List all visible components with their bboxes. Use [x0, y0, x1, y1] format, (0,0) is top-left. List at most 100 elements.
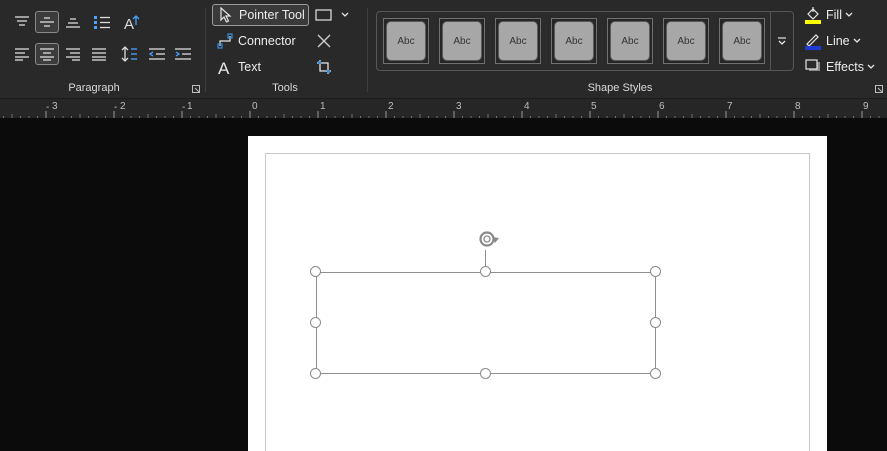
svg-text:A: A [124, 16, 134, 31]
chevron-down-icon [845, 12, 853, 17]
shape-style-swatch[interactable]: Abc [607, 18, 653, 64]
align-right-button[interactable] [61, 43, 85, 65]
align-top-icon [15, 16, 29, 26]
align-left-icon [15, 48, 29, 61]
ruler-number: 7 [727, 101, 733, 112]
align-middle-icon [40, 17, 54, 27]
rectangle-icon [315, 9, 332, 21]
delete-shape-button[interactable] [312, 30, 336, 52]
text-tool-label: Text [238, 60, 261, 74]
resize-handle-top-right[interactable] [650, 266, 661, 277]
ruler-minus-sign: - [46, 102, 49, 113]
align-bottom-icon [66, 18, 80, 28]
shape-dropdown-button[interactable] [336, 4, 354, 26]
bullet-list-icon [94, 16, 110, 29]
connector-button[interactable]: Connector [212, 30, 312, 52]
ribbon: A Paragraph Pointer Tool Connector A Tex… [0, 0, 887, 98]
group-separator [367, 8, 368, 92]
ruler-number: 2 [120, 101, 126, 112]
group-separator [205, 8, 206, 92]
shape-styles-dialog-launcher-icon[interactable] [875, 85, 883, 93]
paragraph-group-label: Paragraph [68, 82, 120, 94]
increase-indent-button[interactable] [171, 43, 195, 65]
chevron-down-icon [341, 12, 349, 17]
effects-button[interactable]: Effects [804, 57, 875, 77]
shape-styles-group-label: Shape Styles [587, 82, 653, 94]
align-left-button[interactable] [10, 43, 34, 65]
chevron-down-icon [853, 38, 861, 43]
shape-style-swatch[interactable]: Abc [495, 18, 541, 64]
gallery-more-button[interactable] [770, 12, 793, 70]
justify-icon [92, 48, 106, 61]
shape-style-swatch[interactable]: Abc [719, 18, 765, 64]
ruler-number: 3 [456, 101, 462, 112]
ruler-number: 2 [388, 101, 394, 112]
bullets-button[interactable] [90, 11, 114, 33]
align-middle-button[interactable] [35, 11, 59, 33]
shape-style-swatch[interactable]: Abc [551, 18, 597, 64]
line-label: Line [826, 34, 850, 48]
gallery-expand-icon [778, 37, 786, 45]
ruler-number: 1 [187, 101, 193, 112]
align-right-icon [66, 48, 80, 61]
resize-handle-top-left[interactable] [310, 266, 321, 277]
selected-rectangle-shape[interactable] [316, 272, 656, 374]
pointer-icon [220, 7, 232, 23]
resize-handle-bottom[interactable] [480, 368, 491, 379]
text-tool-button[interactable]: A Text [212, 56, 272, 78]
resize-handle-right[interactable] [650, 317, 661, 328]
effects-icon [805, 59, 820, 71]
shape-style-swatch[interactable]: Abc [663, 18, 709, 64]
ruler-minus-sign: - [182, 102, 185, 113]
connector-icon [217, 33, 233, 49]
ruler-number: 3 [52, 101, 58, 112]
ruler-number: 1 [320, 101, 326, 112]
pointer-tool-button[interactable]: Pointer Tool [212, 4, 309, 26]
line-spacing-button[interactable] [117, 43, 141, 65]
tools-group-label: Tools [272, 82, 298, 94]
paragraph-dialog-launcher-icon[interactable] [192, 85, 200, 93]
ruler-ticks: --- [3, 102, 880, 119]
increase-indent-icon [175, 48, 191, 60]
align-bottom-button[interactable] [61, 11, 85, 33]
rectangle-shape-button[interactable] [312, 4, 336, 26]
rotate-handle-icon[interactable] [475, 228, 499, 252]
connector-label: Connector [238, 34, 296, 48]
text-tool-icon: A [218, 59, 230, 76]
resize-handle-left[interactable] [310, 317, 321, 328]
crop-icon [317, 60, 331, 74]
effects-label: Effects [826, 60, 864, 74]
shape-style-swatch[interactable]: Abc [439, 18, 485, 64]
align-center-button[interactable] [35, 43, 59, 65]
justify-button[interactable] [87, 43, 111, 65]
align-center-icon [40, 48, 54, 61]
shape-styles-gallery: Abc Abc Abc Abc Abc Abc Abc [376, 11, 794, 71]
ruler-number: 5 [591, 101, 597, 112]
align-top-button[interactable] [10, 11, 34, 33]
line-spacing-icon [121, 46, 137, 62]
pen-icon [805, 34, 821, 50]
ruler-number: 0 [252, 101, 258, 112]
resize-handle-bottom-left[interactable] [310, 368, 321, 379]
fill-button[interactable]: Fill [804, 5, 853, 25]
paint-bucket-icon [805, 7, 821, 24]
text-direction-button[interactable]: A [120, 11, 144, 33]
resize-handle-top[interactable] [480, 266, 491, 277]
line-button[interactable]: Line [804, 31, 861, 51]
fill-label: Fill [826, 8, 842, 22]
ruler-number: 9 [863, 101, 869, 112]
ruler-number: 6 [659, 101, 665, 112]
resize-handle-bottom-right[interactable] [650, 368, 661, 379]
horizontal-ruler[interactable]: - - - 3 2 1 0 1 2 3 4 5 6 7 8 9 [0, 98, 887, 119]
svg-text:A: A [218, 59, 230, 76]
ruler-number: 8 [795, 101, 801, 112]
shape-style-swatch[interactable]: Abc [383, 18, 429, 64]
text-direction-icon: A [124, 15, 140, 31]
crop-shape-button[interactable] [312, 56, 336, 78]
pointer-tool-label: Pointer Tool [239, 8, 305, 22]
ruler-minus-sign: - [114, 102, 117, 113]
close-icon [317, 34, 331, 48]
decrease-indent-button[interactable] [145, 43, 169, 65]
chevron-down-icon [867, 64, 875, 69]
ruler-number: 4 [524, 101, 530, 112]
